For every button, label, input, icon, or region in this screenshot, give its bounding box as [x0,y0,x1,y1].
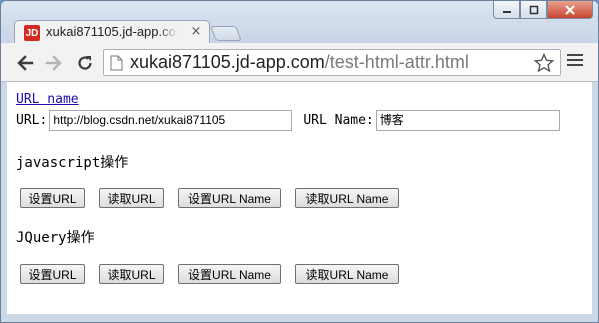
url-name-input[interactable]: 博客 [375,110,560,131]
url-name-label: URL Name: [303,113,374,128]
star-icon[interactable] [534,53,554,73]
js-get-url-name-button[interactable]: 读取URL Name [295,188,399,208]
js-set-url-name-button[interactable]: 设置URL Name [178,188,281,208]
back-button[interactable] [14,52,36,74]
jq-set-url-button[interactable]: 设置URL [20,264,85,284]
reload-button[interactable] [74,52,96,74]
hamburger-menu-icon[interactable] [567,54,583,70]
close-icon [565,4,575,15]
page-content: URL name URL: http://blog.csdn.net/xukai… [7,82,592,316]
arrow-right-icon [45,55,62,71]
title-bar: JD xukai871105.jd-app.com/test-html-attr… [1,1,598,44]
browser-tab[interactable]: JD xukai871105.jd-app.com/test-html-attr… [14,20,210,44]
new-tab-button[interactable] [210,26,242,41]
jq-set-url-name-button[interactable]: 设置URL Name [178,264,281,284]
javascript-button-row: 设置URL 读取URL 设置URL Name 读取URL Name [20,188,413,208]
url-input[interactable]: http://blog.csdn.net/xukai871105 [49,110,293,131]
minimize-button[interactable] [493,1,520,19]
browser-window: JD xukai871105.jd-app.com/test-html-attr… [0,0,599,323]
close-window-button[interactable] [547,1,593,19]
window-frame-bottom [1,314,598,322]
maximize-icon [529,5,538,14]
address-bar-url: xukai871105.jd-app.com/test-html-attr.ht… [130,52,469,73]
url-label: URL: [16,113,48,128]
window-controls [493,1,593,21]
jquery-section-title: JQuery操作 [16,230,95,246]
page-icon [110,55,123,71]
tab-title: xukai871105.jd-app.com/test-html-attr.ht… [46,24,178,39]
jquery-button-row: 设置URL 读取URL 设置URL Name 读取URL Name [20,264,413,284]
js-set-url-button[interactable]: 设置URL [20,188,85,208]
maximize-button[interactable] [520,1,547,19]
jd-favicon-icon: JD [24,25,40,41]
javascript-section-title: javascript操作 [16,155,129,171]
jq-get-url-button[interactable]: 读取URL [99,264,164,284]
url-form-row: URL: http://blog.csdn.net/xukai871105 UR… [16,110,560,131]
jq-get-url-name-button[interactable]: 读取URL Name [295,264,399,284]
js-get-url-button[interactable]: 读取URL [99,188,164,208]
arrow-left-icon [17,55,34,71]
url-name-link[interactable]: URL name [16,92,79,107]
address-bar[interactable]: xukai871105.jd-app.com/test-html-attr.ht… [103,49,561,76]
forward-button[interactable] [43,52,65,74]
tab-close-icon[interactable]: × [189,24,203,39]
minimize-icon [502,10,511,13]
browser-toolbar: xukai871105.jd-app.com/test-html-attr.ht… [1,43,598,82]
reload-icon [78,56,92,70]
url-host: xukai871105.jd-app.com [130,52,325,72]
url-path: /test-html-attr.html [324,52,469,72]
